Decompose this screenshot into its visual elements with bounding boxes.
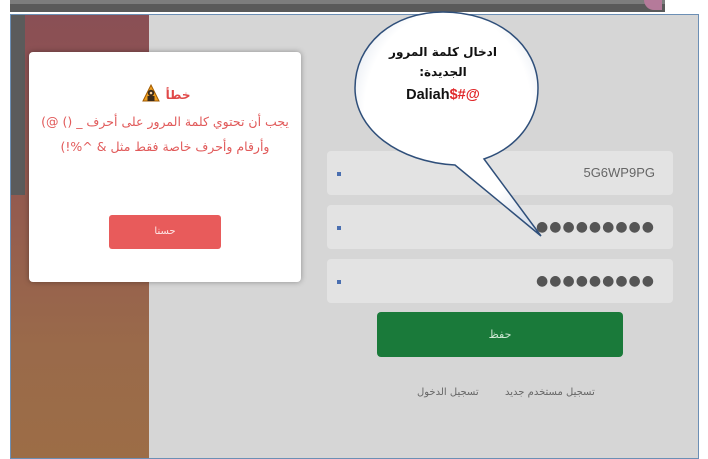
dialog-title: خطأ: [29, 83, 301, 102]
login-link[interactable]: تسجيل الدخول: [417, 387, 479, 398]
username-value: 5G6WP9PG: [583, 165, 655, 180]
screenshot-stage: 5G6WP9PG ●●●●●●●●● ●●●●●●●●● حفظ تسجيل م…: [0, 0, 708, 459]
callout-password-plain: Daliah: [406, 87, 450, 103]
error-dialog: خطأ يجب أن تحتوي كلمة المرور على أحرف _ …: [29, 52, 301, 282]
confirm-password-value: ●●●●●●●●●: [536, 273, 655, 289]
callout-text: ادخال كلمة المرور الجديدة: Daliah$#@: [368, 42, 518, 108]
field-indicator: [337, 280, 341, 284]
password-value: ●●●●●●●●●: [536, 219, 655, 235]
callout-line1: ادخال كلمة المرور: [389, 45, 497, 59]
username-field[interactable]: 5G6WP9PG: [327, 151, 673, 195]
background-dark-block: [11, 15, 25, 195]
callout-line2: الجديدة:: [419, 65, 467, 79]
top-window-strip-highlight: [10, 0, 665, 4]
callout-password: Daliah$#@: [368, 82, 518, 108]
confirm-password-field[interactable]: ●●●●●●●●●: [327, 259, 673, 303]
save-button[interactable]: حفظ: [377, 312, 623, 357]
dialog-ok-button[interactable]: حسنا: [109, 215, 221, 249]
field-indicator: [337, 172, 341, 176]
field-indicator: [337, 226, 341, 230]
dialog-title-text: خطأ: [165, 88, 191, 102]
warning-person-icon: [141, 83, 161, 102]
password-field[interactable]: ●●●●●●●●●: [327, 205, 673, 249]
register-link[interactable]: تسجيل مستخدم جديد: [505, 387, 595, 398]
dialog-message: يجب أن تحتوي كلمة المرور على أحرف _ () @…: [41, 114, 289, 154]
app-frame: 5G6WP9PG ●●●●●●●●● ●●●●●●●●● حفظ تسجيل م…: [10, 14, 699, 459]
callout-password-symbols: $#@: [449, 87, 480, 103]
